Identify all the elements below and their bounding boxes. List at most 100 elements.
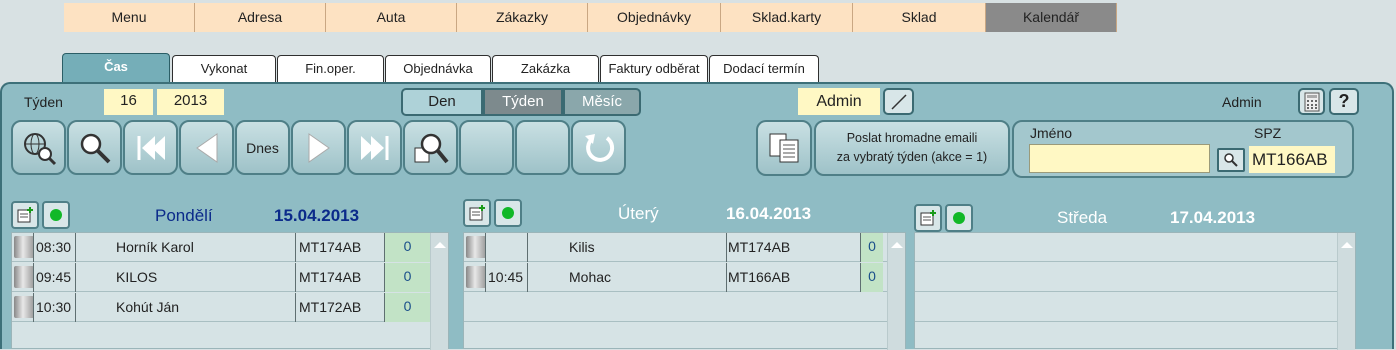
first-icon[interactable]	[123, 120, 178, 175]
table-row[interactable]: 09:45 KILOS MT174AB 0	[12, 263, 430, 292]
year-field[interactable]: 2013	[157, 89, 224, 115]
view-month-button[interactable]: Měsíc	[563, 88, 641, 116]
day-name: Pondělí	[155, 206, 213, 225]
empty-button-1[interactable]	[459, 120, 514, 175]
email-line-1: Poslat hromadne emaili	[846, 131, 978, 145]
day-date: 17.04.2013	[1170, 208, 1256, 227]
table-row[interactable]	[464, 293, 887, 322]
name-field[interactable]	[1029, 144, 1210, 173]
trash-icon[interactable]	[14, 296, 33, 318]
filter-box: Jméno SPZ MT166AB	[1012, 120, 1354, 178]
row-name: Mohac	[528, 263, 727, 292]
menu-item-adresa[interactable]: Adresa	[195, 3, 326, 32]
menu-item-auta[interactable]: Auta	[326, 3, 457, 32]
row-count: 0	[861, 263, 883, 292]
next-icon[interactable]	[291, 120, 346, 175]
table-row[interactable]	[915, 293, 1337, 322]
day-name: Úterý	[618, 204, 659, 223]
trash-icon[interactable]	[14, 236, 33, 258]
day-date: 16.04.2013	[726, 204, 812, 223]
last-icon[interactable]	[347, 120, 402, 175]
view-week-button[interactable]: Týden	[483, 88, 563, 116]
scrollbar[interactable]	[1337, 233, 1355, 350]
week-number-field[interactable]: 16	[104, 89, 153, 115]
day-grid: 08:30 Horník Karol MT174AB 0 09:45 KILOS…	[11, 232, 449, 350]
row-count: 0	[385, 293, 430, 322]
empty-button-2[interactable]	[515, 120, 570, 175]
calculator-icon[interactable]	[1298, 88, 1325, 115]
row-name: Kilis	[528, 233, 727, 262]
row-spz: MT172AB	[296, 293, 385, 322]
row-name: KILOS	[76, 263, 296, 292]
menu-item-menu[interactable]: Menu	[64, 3, 195, 32]
search-icon[interactable]	[67, 120, 122, 175]
status-green-icon[interactable]	[945, 204, 973, 232]
spz-label: SPZ	[1254, 125, 1282, 141]
scrollbar[interactable]	[430, 233, 448, 350]
row-count: 0	[385, 263, 430, 292]
day-date: 15.04.2013	[274, 206, 360, 225]
tab-faktury-odberat[interactable]: Faktury odběrat	[600, 55, 708, 83]
globe-search-icon[interactable]	[11, 120, 66, 175]
row-spz: MT174AB	[727, 233, 861, 262]
table-row[interactable]: 08:30 Horník Karol MT174AB 0	[12, 233, 430, 262]
today-button[interactable]: Dnes	[235, 120, 290, 175]
scrollbar[interactable]	[887, 233, 905, 350]
row-spz: MT166AB	[727, 263, 861, 292]
add-note-icon[interactable]	[463, 199, 491, 227]
tab-zakazka[interactable]: Zakázka	[492, 55, 599, 83]
table-row[interactable]	[915, 233, 1337, 262]
menu-item-zakazky[interactable]: Zákazky	[457, 3, 588, 32]
row-time: 10:30	[34, 293, 76, 322]
tab-fin-oper[interactable]: Fin.oper.	[277, 55, 384, 83]
menu-item-kalendar[interactable]: Kalendář	[986, 3, 1117, 32]
top-menu: Menu Adresa Auta Zákazky Objednávky Skla…	[64, 3, 1117, 32]
trash-icon[interactable]	[466, 266, 485, 288]
email-line-2: za vybratý týden (akce = 1)	[836, 150, 988, 164]
prev-icon[interactable]	[179, 120, 234, 175]
menu-item-objednavky[interactable]: Objednávky	[588, 3, 721, 32]
row-time: 09:45	[34, 263, 76, 292]
day-grid	[914, 232, 1356, 350]
scroll-up-icon[interactable]	[433, 242, 446, 248]
row-spz: MT174AB	[296, 233, 385, 262]
row-time	[486, 233, 528, 262]
current-user-label: Admin	[1222, 94, 1262, 110]
table-row[interactable]	[915, 263, 1337, 292]
trash-icon[interactable]	[14, 266, 33, 288]
scroll-up-icon[interactable]	[1340, 242, 1353, 248]
menu-item-sklad-karty[interactable]: Sklad.karty	[721, 3, 853, 32]
status-green-icon[interactable]	[42, 201, 70, 229]
menu-item-sklad[interactable]: Sklad	[853, 3, 986, 32]
documents-icon[interactable]	[756, 120, 812, 176]
row-count: 0	[385, 233, 430, 262]
spz-search-icon[interactable]	[1217, 148, 1245, 172]
scroll-up-icon[interactable]	[890, 242, 903, 248]
row-time: 08:30	[34, 233, 76, 262]
tab-objednavka[interactable]: Objednávka	[385, 55, 491, 83]
row-count: 0	[861, 233, 883, 262]
row-time: 10:45	[486, 263, 528, 292]
send-mass-email-button[interactable]: Poslat hromadne emaili za vybratý týden …	[814, 120, 1010, 176]
row-spz: MT174AB	[296, 263, 385, 292]
tab-vykonat[interactable]: Vykonat	[172, 55, 276, 83]
admin-field[interactable]: Admin	[798, 88, 880, 115]
row-name: Kohút Ján	[76, 293, 296, 322]
name-label: Jméno	[1030, 125, 1073, 141]
table-row[interactable]: 10:45 Mohac MT166AB 0	[464, 263, 887, 292]
add-note-icon[interactable]	[914, 204, 942, 232]
spz-field[interactable]: MT166AB	[1249, 146, 1335, 173]
search-calendar-icon[interactable]	[403, 120, 458, 175]
add-note-icon[interactable]	[11, 201, 39, 229]
tab-dodaci-termin[interactable]: Dodací termín	[709, 55, 819, 83]
help-icon[interactable]: ?	[1329, 88, 1359, 115]
status-green-icon[interactable]	[494, 199, 522, 227]
view-day-button[interactable]: Den	[401, 88, 483, 116]
refresh-icon[interactable]	[571, 120, 626, 175]
table-row[interactable]: 10:30 Kohút Ján MT172AB 0	[12, 293, 430, 322]
table-row[interactable]: Kilis MT174AB 0	[464, 233, 887, 262]
tab-cas[interactable]: Čas	[62, 53, 170, 84]
edit-pen-icon[interactable]	[883, 88, 914, 115]
week-label: Týden	[24, 94, 63, 110]
trash-icon[interactable]	[466, 236, 485, 258]
